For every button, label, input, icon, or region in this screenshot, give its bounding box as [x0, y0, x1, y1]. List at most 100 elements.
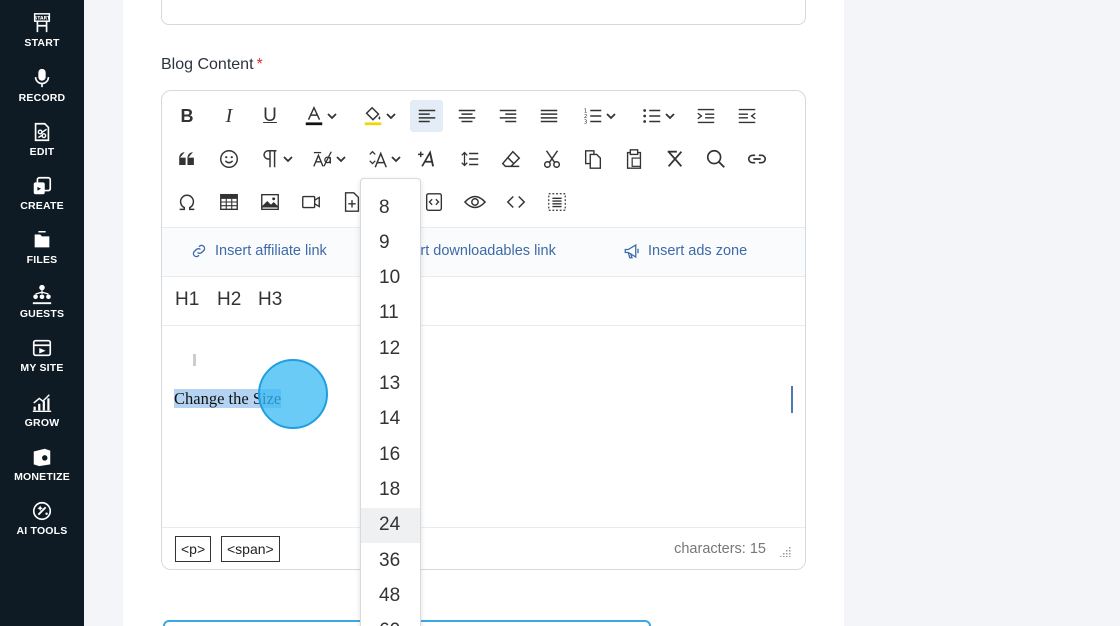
embed-icon [425, 193, 443, 211]
font-size-option-14[interactable]: 14 [361, 402, 420, 437]
sidebar-item-monetize[interactable]: MONETIZE [0, 446, 84, 496]
chevron-down-icon [391, 156, 401, 163]
bullet-list-button[interactable] [635, 101, 681, 131]
insert-table-button[interactable] [214, 187, 244, 217]
ordered-list-button[interactable]: 123 [576, 101, 622, 131]
sidebar-item-label: START [24, 37, 60, 49]
font-size-option-48[interactable]: 48 [361, 578, 420, 613]
indent-button[interactable] [691, 101, 721, 131]
sidebar-item-edit[interactable]: EDIT [0, 121, 84, 171]
insert-affiliate-link-button[interactable]: Insert affiliate link [190, 242, 327, 260]
font-size-option-13[interactable]: 13 [361, 367, 420, 402]
paragraph-format-button[interactable] [255, 144, 297, 174]
font-size-option-60[interactable]: 60 [361, 614, 420, 626]
sidebar-item-label: RECORD [18, 92, 66, 104]
insert-image-button[interactable] [255, 187, 285, 217]
my-site-icon [32, 339, 52, 357]
sidebar-item-record[interactable]: RECORD [0, 67, 84, 117]
align-center-icon [458, 109, 476, 123]
font-size-option-12[interactable]: 12 [361, 331, 420, 366]
font-size-option-36[interactable]: 36 [361, 543, 420, 578]
link-icon [192, 244, 206, 258]
blockquote-button[interactable] [172, 144, 202, 174]
background-color-button[interactable] [355, 101, 403, 131]
font-size-option-11[interactable]: 11 [361, 296, 420, 331]
clear-formatting-button[interactable] [414, 144, 444, 174]
smiley-icon [220, 150, 238, 168]
eraser-button[interactable] [496, 144, 526, 174]
align-left-button[interactable] [410, 100, 443, 132]
rich-text-editor: B I U 123 Insert affiliate link Insert d… [161, 90, 806, 570]
ai-tools-icon [32, 501, 52, 521]
path-tag-p[interactable]: <p> [175, 536, 212, 562]
sidebar-item-my-site[interactable]: MY SITE [0, 337, 84, 387]
copy-icon [584, 150, 602, 169]
line-height-button[interactable] [455, 144, 485, 174]
heading-3-button[interactable]: H3 [258, 289, 282, 311]
insert-link-button[interactable] [742, 144, 772, 174]
sidebar: START START RECORD EDIT CREATE FILES GUE… [0, 0, 84, 626]
selected-text-highlight: Size [252, 389, 282, 408]
sidebar-item-start[interactable]: START START [0, 12, 84, 62]
emoji-button[interactable] [214, 144, 244, 174]
sidebar-item-files[interactable]: FILES [0, 229, 84, 279]
align-justify-button[interactable] [534, 101, 564, 131]
font-family-button[interactable] [308, 144, 350, 174]
editor-content-area[interactable]: Change the Size [162, 327, 805, 527]
editor-paragraph[interactable]: Change the Size [174, 389, 282, 409]
svg-text:3: 3 [584, 119, 588, 125]
chevron-down-icon [327, 113, 337, 120]
font-size-button[interactable] [363, 144, 405, 174]
start-sign-icon: START [33, 13, 51, 33]
insert-ads-zone-label: Insert ads zone [648, 243, 748, 259]
sidebar-item-ai-tools[interactable]: AI TOOLS [0, 500, 84, 550]
quote-icon [179, 152, 194, 165]
heading-1-button[interactable]: H1 [175, 289, 199, 311]
empty-paragraph-marker [193, 354, 196, 366]
search-button[interactable] [701, 144, 731, 174]
paste-button[interactable] [619, 144, 649, 174]
font-size-icon [369, 150, 387, 168]
font-size-option-16[interactable]: 16 [361, 437, 420, 472]
remove-format-button[interactable] [660, 144, 690, 174]
bold-button[interactable]: B [172, 101, 202, 131]
guests-icon [32, 284, 52, 305]
underline-button[interactable]: U [255, 101, 285, 131]
grow-chart-icon [32, 394, 52, 412]
preview-button[interactable] [459, 187, 491, 217]
align-center-button[interactable] [452, 101, 482, 131]
font-size-option-10[interactable]: 10 [361, 261, 420, 296]
cut-button[interactable] [537, 144, 567, 174]
font-family-icon [313, 151, 332, 167]
sidebar-item-label: MY SITE [20, 362, 64, 374]
resize-grip-icon[interactable] [779, 545, 791, 557]
sidebar-item-label: EDIT [29, 146, 55, 158]
italic-button[interactable]: I [214, 101, 244, 131]
font-color-button[interactable] [296, 101, 344, 131]
indent-icon [697, 108, 715, 124]
font-size-option-9[interactable]: 9 [361, 225, 420, 260]
outdent-button[interactable] [732, 101, 762, 131]
line-height-icon [461, 151, 479, 167]
eraser-icon [501, 150, 521, 168]
files-icon [34, 231, 50, 248]
heading-2-button[interactable]: H2 [217, 289, 241, 311]
sidebar-item-grow[interactable]: GROW [0, 392, 84, 442]
sidebar-item-guests[interactable]: GUESTS [0, 283, 84, 333]
insert-video-button[interactable] [296, 187, 326, 217]
select-all-button[interactable] [542, 187, 572, 217]
code-view-button[interactable] [501, 187, 531, 217]
previous-input-field[interactable] [161, 0, 806, 25]
ordered-list-icon: 123 [584, 108, 602, 125]
align-right-button[interactable] [493, 101, 523, 131]
insert-ads-zone-button[interactable]: Insert ads zone [623, 242, 747, 260]
embed-code-button[interactable] [419, 187, 449, 217]
special-characters-button[interactable] [172, 187, 202, 217]
font-size-option-8[interactable]: 8 [361, 190, 420, 225]
path-tag-span[interactable]: <span> [221, 536, 280, 562]
sidebar-item-create[interactable]: CREATE [0, 175, 84, 225]
paint-bucket-icon [364, 106, 382, 126]
copy-button[interactable] [578, 144, 608, 174]
font-size-option-24[interactable]: 24 [361, 507, 420, 543]
font-size-option-18[interactable]: 18 [361, 472, 420, 507]
